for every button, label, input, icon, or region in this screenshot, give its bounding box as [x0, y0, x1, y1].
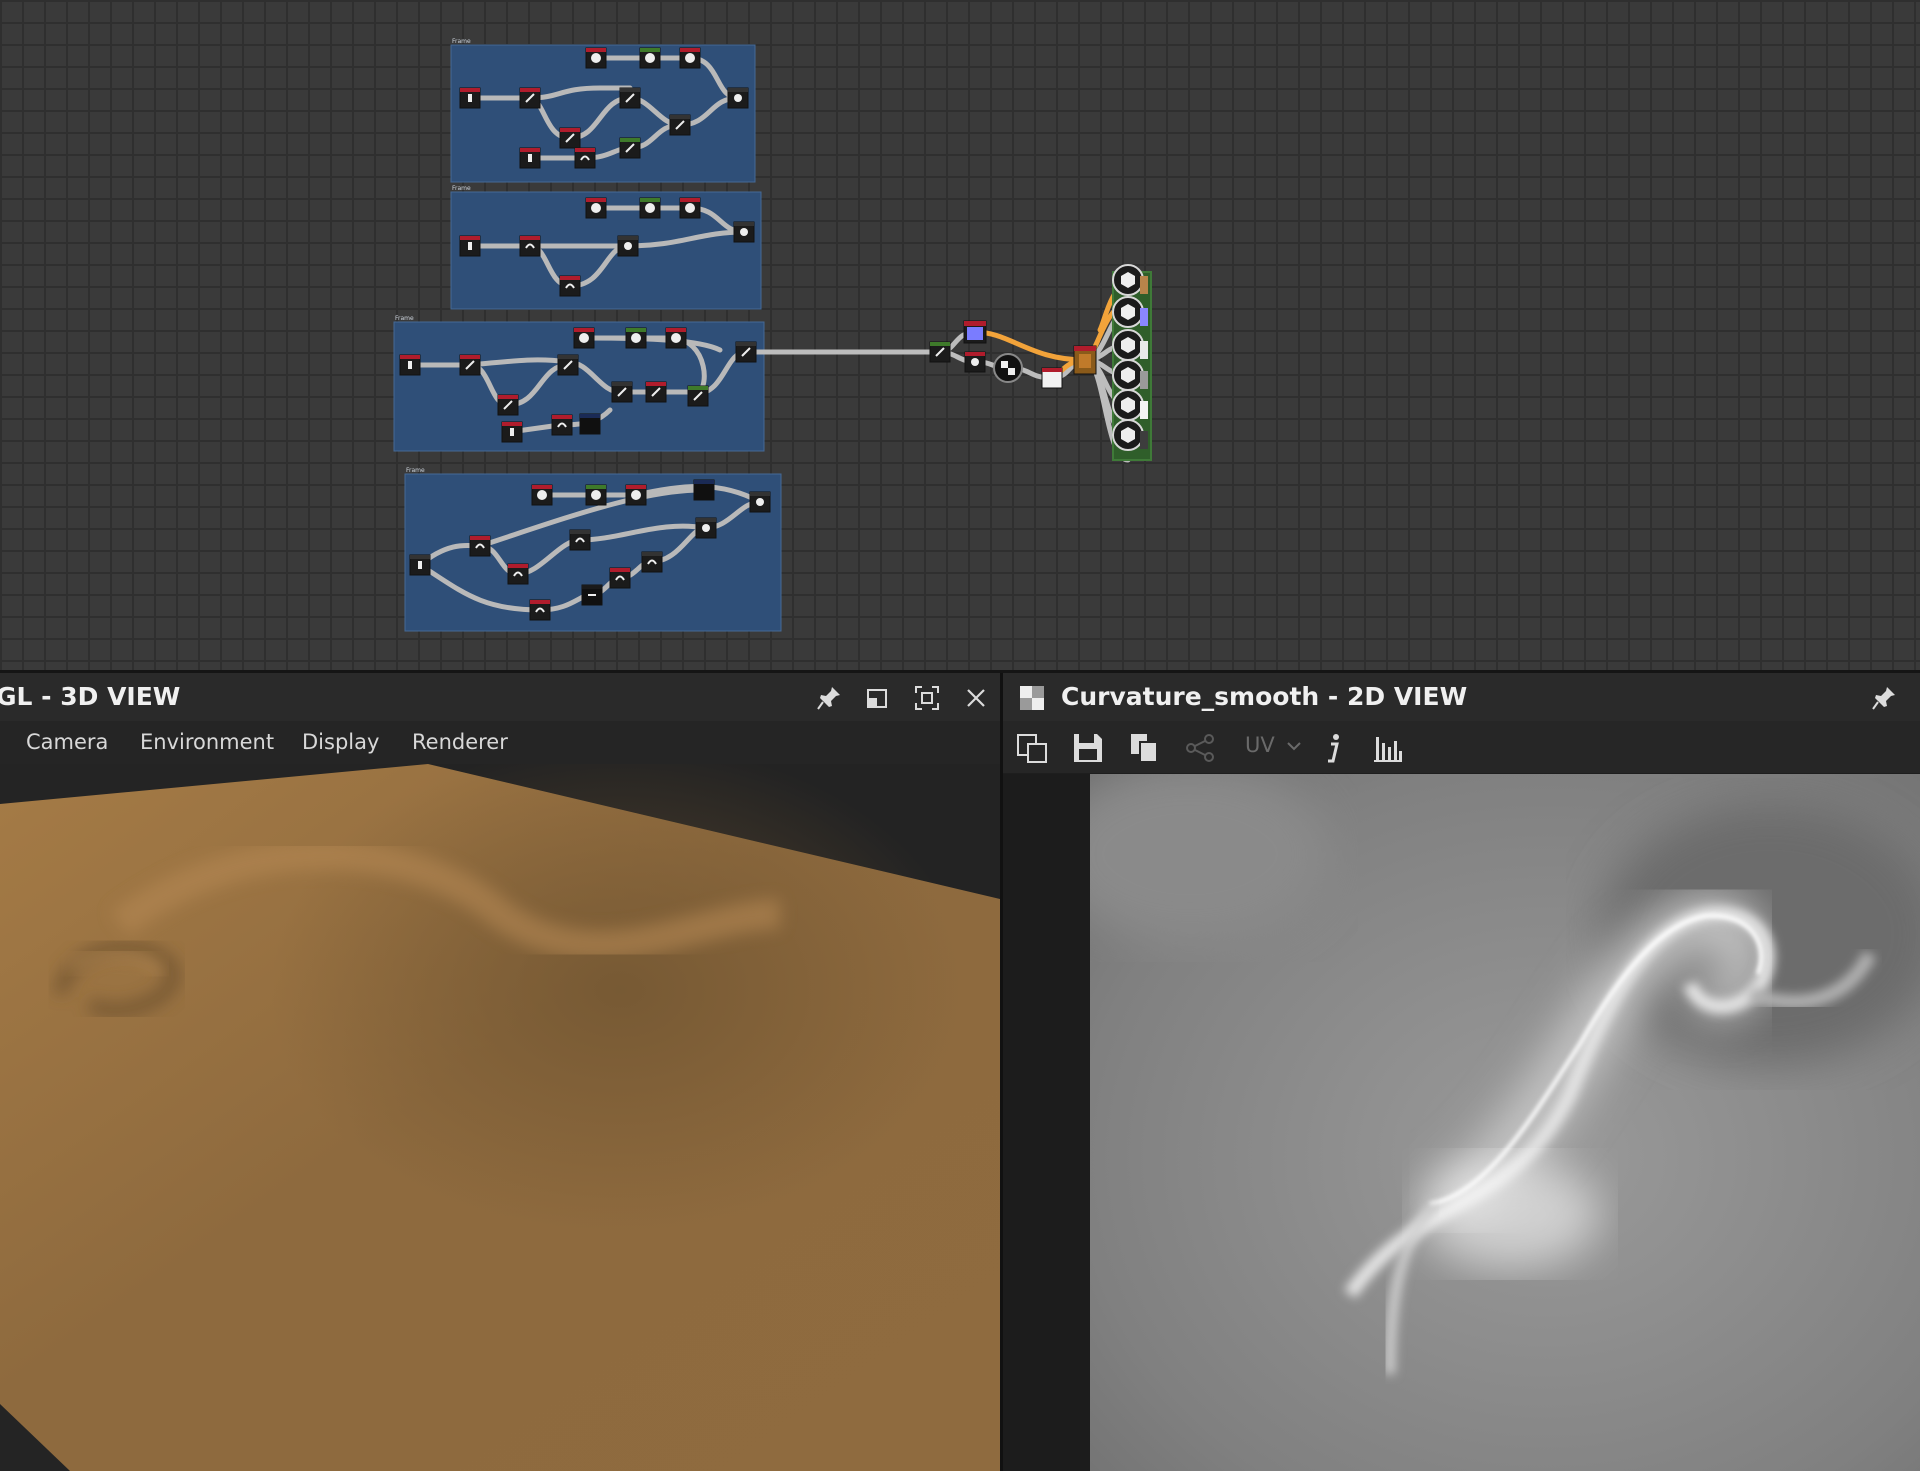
pin-icon[interactable] [814, 683, 844, 713]
float-window-icon[interactable] [862, 683, 892, 713]
3d-render[interactable] [0, 764, 1000, 1471]
menu-camera[interactable]: Camera [26, 721, 108, 764]
3d-view-title: GL - 3D VIEW [0, 682, 181, 711]
3d-view-panel: GL - 3D VIEW Camera Environment Display … [0, 673, 1000, 1471]
uv-dropdown-label[interactable]: UV [1245, 733, 1275, 757]
2d-texture-canvas[interactable] [1090, 774, 1920, 1471]
3d-viewport[interactable] [0, 764, 1000, 1471]
graph-canvas[interactable] [0, 0, 1920, 670]
2d-view-left-margin [1003, 774, 1090, 1471]
3d-view-menubar: Camera Environment Display Renderer [0, 721, 1000, 764]
3d-view-titlebar: GL - 3D VIEW [0, 673, 1000, 722]
chevron-down-icon[interactable] [1285, 737, 1303, 755]
output-cluster [929, 264, 1152, 461]
menu-environment[interactable]: Environment [140, 721, 274, 764]
frame-label-2: Frame [452, 185, 471, 192]
2d-view-panel: Curvature_smooth - 2D VIEW UV [1003, 673, 1920, 1471]
copy-icon[interactable] [1127, 731, 1161, 765]
menu-renderer[interactable]: Renderer [412, 721, 508, 764]
2d-view-titlebar: Curvature_smooth - 2D VIEW [1003, 673, 1920, 722]
2d-view-toolbar: UV [1003, 721, 1920, 773]
menu-display[interactable]: Display [302, 721, 379, 764]
share-icon[interactable] [1183, 731, 1217, 765]
histogram-icon[interactable] [1371, 731, 1405, 765]
frame-label-1: Frame [452, 38, 471, 45]
checker-icon [1020, 686, 1044, 710]
export-icon[interactable] [1015, 731, 1049, 765]
curvature-map[interactable] [1090, 774, 1920, 1471]
pin-icon[interactable] [1869, 683, 1899, 713]
2d-view-title: Curvature_smooth - 2D VIEW [1061, 682, 1468, 711]
node-graph[interactable]: Frame Frame Frame Frame [0, 0, 1920, 670]
close-icon[interactable] [961, 683, 991, 713]
info-icon[interactable] [1319, 731, 1349, 765]
frame-label-4: Frame [406, 467, 425, 474]
frame-label-3: Frame [395, 315, 414, 322]
save-icon[interactable] [1071, 731, 1105, 765]
maximize-icon[interactable] [912, 683, 942, 713]
